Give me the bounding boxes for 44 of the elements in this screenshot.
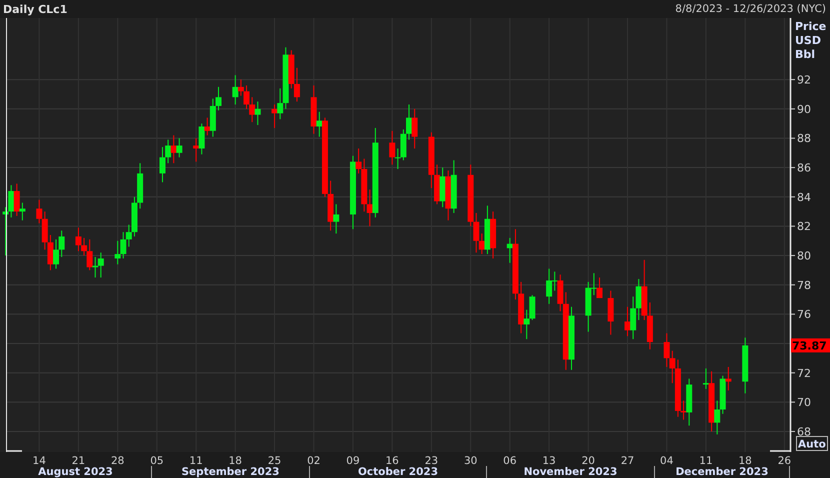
price-tick-label: 86 bbox=[797, 162, 811, 175]
date-tick-label: 06 bbox=[503, 455, 517, 466]
month-label: September 2023 bbox=[182, 466, 280, 478]
last-price-tag: 73.87 bbox=[791, 338, 830, 352]
price-tick-label: 68 bbox=[797, 425, 811, 438]
date-tick-label: 14 bbox=[32, 455, 46, 466]
axis-unit-label: Price bbox=[795, 20, 826, 33]
date-tick-label: 26 bbox=[778, 455, 792, 466]
date-tick-label: 13 bbox=[542, 455, 556, 466]
date-tick-label: 28 bbox=[110, 455, 124, 466]
date-tick-label: 25 bbox=[268, 455, 282, 466]
axis-unit-label: Bbl bbox=[795, 48, 816, 61]
month-label: November 2023 bbox=[524, 466, 618, 478]
price-tick-label: 72 bbox=[797, 366, 811, 380]
date-tick-label: 04 bbox=[660, 455, 674, 466]
date-range: 8/8/2023 - 12/26/2023 (NYC) bbox=[675, 3, 826, 15]
price-tick-label: 82 bbox=[797, 220, 811, 234]
month-label: October 2023 bbox=[358, 466, 438, 478]
date-tick-label: 09 bbox=[346, 455, 360, 466]
date-tick-label: 11 bbox=[189, 455, 203, 466]
chart-title: Daily CLc1 bbox=[3, 2, 68, 16]
price-tick-label: 80 bbox=[797, 250, 811, 263]
price-tick-label: 76 bbox=[797, 308, 811, 322]
auto-scale-button[interactable]: Auto bbox=[796, 436, 828, 451]
date-tick-label: 21 bbox=[72, 455, 86, 466]
price-tick-label: 84 bbox=[797, 190, 811, 204]
price-tick-label: 78 bbox=[797, 278, 811, 292]
price-tick-label: 88 bbox=[797, 132, 811, 146]
date-tick-label: 16 bbox=[386, 455, 399, 466]
date-tick-label: 27 bbox=[620, 455, 634, 466]
date-tick-label: 30 bbox=[464, 455, 478, 466]
month-label: August 2023 bbox=[38, 466, 113, 478]
price-tick-label: 70 bbox=[797, 396, 811, 410]
date-tick-label: 11 bbox=[699, 455, 713, 466]
date-tick-label: 20 bbox=[582, 455, 595, 466]
price-tick-label: 90 bbox=[797, 102, 811, 116]
date-tick-label: 02 bbox=[307, 455, 320, 466]
date-tick-label: 18 bbox=[228, 455, 242, 466]
axis-unit-label: USD bbox=[795, 34, 821, 47]
price-tick-label: 92 bbox=[797, 74, 811, 87]
date-tick-label: 18 bbox=[738, 455, 752, 466]
date-tick-label: 23 bbox=[424, 455, 438, 466]
month-label: December 2023 bbox=[676, 466, 768, 478]
date-tick-label: 05 bbox=[150, 455, 164, 466]
